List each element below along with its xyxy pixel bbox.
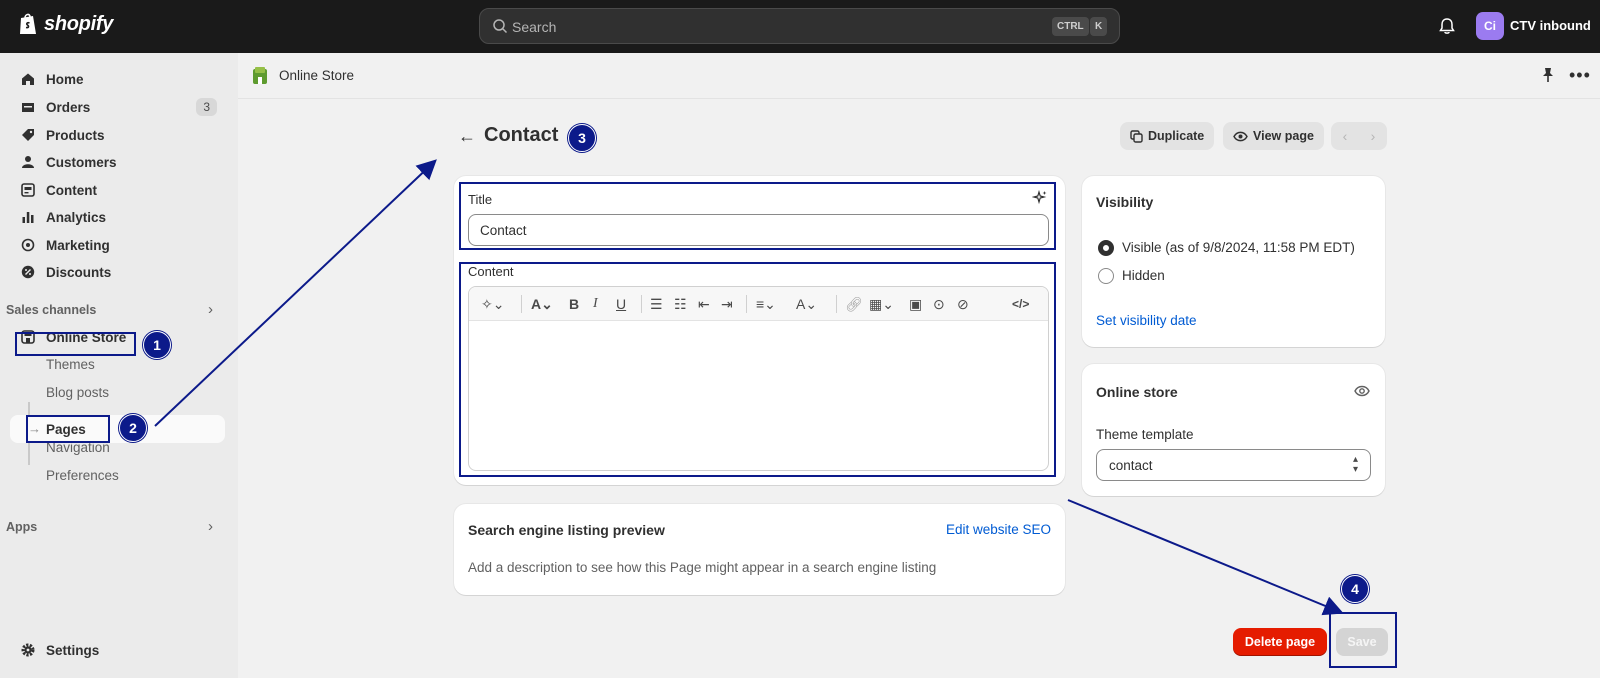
annotation-marker: 1: [143, 331, 171, 359]
annotation-marker: 2: [119, 414, 147, 442]
annotation-marker: 4: [1341, 575, 1369, 603]
annotation-marker: 3: [568, 124, 596, 152]
